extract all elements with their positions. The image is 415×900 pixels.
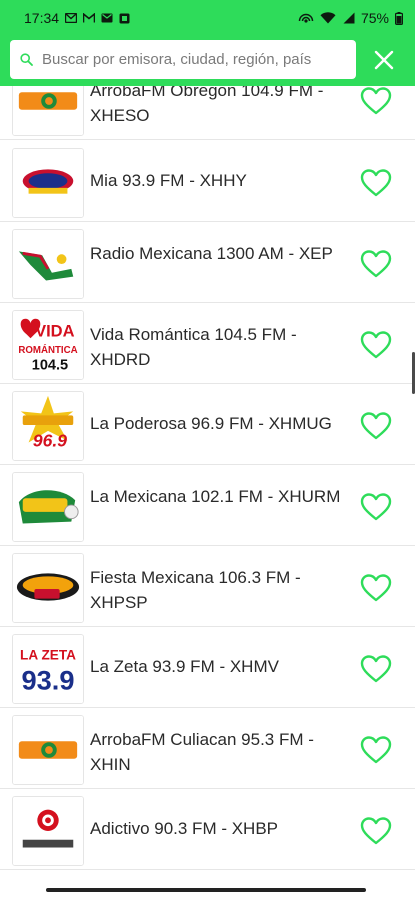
station-name: Fiesta Mexicana 106.3 FM - XHPSP <box>90 568 301 612</box>
favorite-button[interactable] <box>358 571 394 605</box>
logo-text: LA ZETA <box>20 647 76 662</box>
status-left: 17:34 <box>24 10 130 26</box>
station-name: La Zeta 93.9 FM - XHMV <box>90 657 279 676</box>
heart-icon <box>360 169 392 197</box>
logo-text: 96.9 <box>33 430 67 450</box>
image-icon <box>119 13 130 24</box>
station-name: Mia 93.9 FM - XHHY <box>90 171 247 190</box>
status-time: 17:34 <box>24 10 60 26</box>
station-row[interactable]: LA ZETA 93.9 La Zeta 93.9 FM - XHMV <box>0 628 415 708</box>
close-button[interactable] <box>366 45 402 75</box>
adictivo-logo <box>12 796 84 866</box>
station-name: Vida Romántica 104.5 FM - XHDRD <box>90 325 297 369</box>
arrobafm-logo <box>12 715 84 785</box>
search-box[interactable] <box>10 40 356 79</box>
heart-icon <box>360 412 392 440</box>
favorite-button[interactable] <box>358 84 394 118</box>
station-name: ArrobaFM Culiacan 95.3 FM - XHIN <box>90 730 314 774</box>
la-zeta-logo: LA ZETA 93.9 <box>12 634 84 704</box>
station-row[interactable]: Radio Mexicana 1300 AM - XEP <box>0 223 415 303</box>
search-icon <box>20 53 33 66</box>
station-row[interactable]: ArrobaFM Culiacan 95.3 FM - XHIN <box>0 709 415 789</box>
search-header <box>0 36 415 86</box>
heart-icon <box>360 736 392 764</box>
signal-icon <box>342 12 355 24</box>
station-row[interactable]: Fiesta Mexicana 106.3 FM - XHPSP <box>0 547 415 627</box>
mia-logo <box>12 148 84 218</box>
station-row[interactable]: La Mexicana 102.1 FM - XHURM <box>0 466 415 546</box>
battery-percent: 75% <box>360 10 389 26</box>
station-name: La Mexicana 102.1 FM - XHURM <box>90 487 341 506</box>
favorite-button[interactable] <box>358 247 394 281</box>
favorite-button[interactable] <box>358 733 394 767</box>
favorite-button[interactable] <box>358 652 394 686</box>
fiesta-mexicana-logo <box>12 553 84 623</box>
station-name: La Poderosa 96.9 FM - XHMUG <box>90 414 332 433</box>
heart-icon <box>360 331 392 359</box>
search-input[interactable] <box>42 51 342 68</box>
gmail-icon <box>83 13 96 23</box>
heart-icon <box>360 574 392 602</box>
la-mexicana-logo <box>12 472 84 542</box>
station-row[interactable]: VIDA ROMÁNTICA 104.5 Vida Romántica 104.… <box>0 304 415 384</box>
logo-text: 104.5 <box>32 357 68 373</box>
logo-text: ROMÁNTICA <box>18 345 77 356</box>
station-name: Radio Mexicana 1300 AM - XEP <box>90 244 333 263</box>
status-right: 75% <box>298 10 403 26</box>
heart-icon <box>360 493 392 521</box>
station-name: Adictivo 90.3 FM - XHBP <box>90 819 279 838</box>
home-gesture-handle[interactable] <box>46 888 366 892</box>
favorite-button[interactable] <box>358 328 394 362</box>
favorite-button[interactable] <box>358 166 394 200</box>
station-row[interactable]: Adictivo 90.3 FM - XHBP <box>0 790 415 870</box>
station-row[interactable]: Mia 93.9 FM - XHHY <box>0 142 415 222</box>
heart-icon <box>360 655 392 683</box>
favorite-button[interactable] <box>358 814 394 848</box>
logo-text: 93.9 <box>22 664 75 695</box>
vida-romantica-logo: VIDA ROMÁNTICA 104.5 <box>12 310 84 380</box>
radio-mexicana-logo <box>12 229 84 299</box>
mail-icon <box>65 13 78 23</box>
station-row[interactable]: 96.9 La Poderosa 96.9 FM - XHMUG <box>0 385 415 465</box>
la-poderosa-logo: 96.9 <box>12 391 84 461</box>
hotspot-icon <box>298 12 314 24</box>
heart-icon <box>360 817 392 845</box>
favorite-button[interactable] <box>358 490 394 524</box>
battery-icon <box>395 11 403 25</box>
logo-text: VIDA <box>35 322 75 340</box>
favorite-button[interactable] <box>358 409 394 443</box>
wifi-icon <box>320 12 336 24</box>
close-icon <box>374 50 394 70</box>
heart-icon <box>360 87 392 115</box>
mail-icon <box>101 13 113 23</box>
status-bar: 17:34 75% <box>0 0 415 36</box>
navigation-bar <box>0 880 415 900</box>
heart-icon <box>360 250 392 278</box>
